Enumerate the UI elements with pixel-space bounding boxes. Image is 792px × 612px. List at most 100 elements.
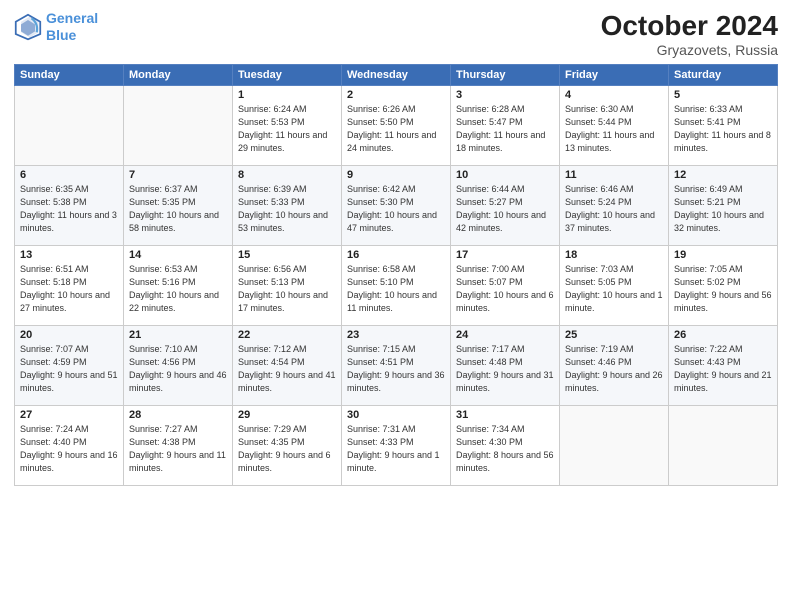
calendar-cell: 10 Sunrise: 6:44 AM Sunset: 5:27 PM Dayli… [451,166,560,246]
day-info: Sunrise: 7:10 AM Sunset: 4:56 PM Dayligh… [129,343,227,395]
calendar-cell: 5Sunrise: 6:33 AM Sunset: 5:41 PM Daylig… [669,86,778,166]
day-info: Sunrise: 6:51 AM Sunset: 5:18 PM Dayligh… [20,263,118,315]
calendar-cell: 21 Sunrise: 7:10 AM Sunset: 4:56 PM Dayli… [124,326,233,406]
title-block: October 2024 Gryazovets, Russia [601,10,778,58]
day-number: 20 [20,329,118,341]
day-number: 13 [20,249,118,261]
calendar-week-3: 13 Sunrise: 6:51 AM Sunset: 5:18 PM Dayli… [15,246,778,326]
calendar-body: 1Sunrise: 6:24 AM Sunset: 5:53 PM Daylig… [15,86,778,486]
day-number: 31 [456,409,554,421]
calendar-cell: 13 Sunrise: 6:51 AM Sunset: 5:18 PM Dayli… [15,246,124,326]
day-info: Sunrise: 7:00 AM Sunset: 5:07 PM Dayligh… [456,263,554,315]
day-info: Sunrise: 7:03 AM Sunset: 5:05 PM Dayligh… [565,263,663,315]
calendar-cell: 8 Sunrise: 6:39 AM Sunset: 5:33 PM Daylig… [233,166,342,246]
day-number: 15 [238,249,336,261]
calendar-cell: 11 Sunrise: 6:46 AM Sunset: 5:24 PM Dayli… [560,166,669,246]
calendar-week-1: 1Sunrise: 6:24 AM Sunset: 5:53 PM Daylig… [15,86,778,166]
logo-blue: Blue [46,27,76,43]
calendar-cell: 15Sunrise: 6:56 AM Sunset: 5:13 PM Dayli… [233,246,342,326]
day-number: 12 [674,169,772,181]
weekday-header-saturday: Saturday [669,65,778,86]
calendar-cell: 12 Sunrise: 6:49 AM Sunset: 5:21 PM Dayli… [669,166,778,246]
day-info: Sunrise: 6:42 AM Sunset: 5:30 PM Dayligh… [347,183,445,235]
weekday-header-sunday: Sunday [15,65,124,86]
calendar-cell: 9 Sunrise: 6:42 AM Sunset: 5:30 PM Daylig… [342,166,451,246]
calendar-cell: 6Sunrise: 6:35 AM Sunset: 5:38 PM Daylig… [15,166,124,246]
day-number: 25 [565,329,663,341]
calendar-cell [15,86,124,166]
day-info: Sunrise: 6:33 AM Sunset: 5:41 PM Dayligh… [674,103,772,155]
calendar-cell: 23 Sunrise: 7:15 AM Sunset: 4:51 PM Dayli… [342,326,451,406]
weekday-header-row: SundayMondayTuesdayWednesdayThursdayFrid… [15,65,778,86]
header: General Blue October 2024 Gryazovets, Ru… [14,10,778,58]
day-number: 19 [674,249,772,261]
calendar-cell: 1Sunrise: 6:24 AM Sunset: 5:53 PM Daylig… [233,86,342,166]
calendar-week-4: 20 Sunrise: 7:07 AM Sunset: 4:59 PM Dayli… [15,326,778,406]
calendar-cell: 17Sunrise: 7:00 AM Sunset: 5:07 PM Dayli… [451,246,560,326]
calendar-cell: 26 Sunrise: 7:22 AM Sunset: 4:43 PM Dayli… [669,326,778,406]
day-number: 22 [238,329,336,341]
day-number: 10 [456,169,554,181]
month-title: October 2024 [601,10,778,42]
calendar-cell: 14Sunrise: 6:53 AM Sunset: 5:16 PM Dayli… [124,246,233,326]
day-number: 28 [129,409,227,421]
calendar-cell: 18 Sunrise: 7:03 AM Sunset: 5:05 PM Dayli… [560,246,669,326]
day-number: 27 [20,409,118,421]
calendar-week-2: 6Sunrise: 6:35 AM Sunset: 5:38 PM Daylig… [15,166,778,246]
day-number: 3 [456,89,554,101]
day-number: 16 [347,249,445,261]
day-info: Sunrise: 6:53 AM Sunset: 5:16 PM Dayligh… [129,263,227,315]
calendar-cell: 19 Sunrise: 7:05 AM Sunset: 5:02 PM Dayli… [669,246,778,326]
day-number: 9 [347,169,445,181]
calendar-cell: 7 Sunrise: 6:37 AM Sunset: 5:35 PM Daylig… [124,166,233,246]
calendar-cell [669,406,778,486]
calendar-cell: 31Sunrise: 7:34 AM Sunset: 4:30 PM Dayli… [451,406,560,486]
weekday-header-friday: Friday [560,65,669,86]
calendar-cell [124,86,233,166]
day-info: Sunrise: 7:12 AM Sunset: 4:54 PM Dayligh… [238,343,336,395]
calendar-cell: 16Sunrise: 6:58 AM Sunset: 5:10 PM Dayli… [342,246,451,326]
calendar-cell: 28Sunrise: 7:27 AM Sunset: 4:38 PM Dayli… [124,406,233,486]
day-info: Sunrise: 6:49 AM Sunset: 5:21 PM Dayligh… [674,183,772,235]
day-number: 26 [674,329,772,341]
weekday-header-thursday: Thursday [451,65,560,86]
day-info: Sunrise: 7:19 AM Sunset: 4:46 PM Dayligh… [565,343,663,395]
logo-text: General Blue [46,10,98,44]
calendar-cell: 29 Sunrise: 7:29 AM Sunset: 4:35 PM Dayli… [233,406,342,486]
day-number: 24 [456,329,554,341]
day-info: Sunrise: 7:07 AM Sunset: 4:59 PM Dayligh… [20,343,118,395]
calendar-cell: 24Sunrise: 7:17 AM Sunset: 4:48 PM Dayli… [451,326,560,406]
day-number: 21 [129,329,227,341]
day-info: Sunrise: 7:22 AM Sunset: 4:43 PM Dayligh… [674,343,772,395]
day-number: 11 [565,169,663,181]
day-info: Sunrise: 6:37 AM Sunset: 5:35 PM Dayligh… [129,183,227,235]
day-number: 4 [565,89,663,101]
day-number: 6 [20,169,118,181]
day-info: Sunrise: 6:30 AM Sunset: 5:44 PM Dayligh… [565,103,663,155]
day-number: 29 [238,409,336,421]
day-info: Sunrise: 7:15 AM Sunset: 4:51 PM Dayligh… [347,343,445,395]
calendar-cell: 25 Sunrise: 7:19 AM Sunset: 4:46 PM Dayli… [560,326,669,406]
day-number: 7 [129,169,227,181]
weekday-header-wednesday: Wednesday [342,65,451,86]
day-info: Sunrise: 6:46 AM Sunset: 5:24 PM Dayligh… [565,183,663,235]
day-number: 8 [238,169,336,181]
calendar-cell: 30 Sunrise: 7:31 AM Sunset: 4:33 PM Dayli… [342,406,451,486]
day-info: Sunrise: 7:29 AM Sunset: 4:35 PM Dayligh… [238,423,336,475]
location: Gryazovets, Russia [601,42,778,58]
calendar-cell: 4 Sunrise: 6:30 AM Sunset: 5:44 PM Daylig… [560,86,669,166]
day-info: Sunrise: 6:39 AM Sunset: 5:33 PM Dayligh… [238,183,336,235]
day-number: 30 [347,409,445,421]
calendar-cell: 3Sunrise: 6:28 AM Sunset: 5:47 PM Daylig… [451,86,560,166]
logo-general: General [46,10,98,26]
calendar-cell: 27Sunrise: 7:24 AM Sunset: 4:40 PM Dayli… [15,406,124,486]
day-info: Sunrise: 6:44 AM Sunset: 5:27 PM Dayligh… [456,183,554,235]
day-number: 18 [565,249,663,261]
day-info: Sunrise: 7:31 AM Sunset: 4:33 PM Dayligh… [347,423,445,475]
calendar-cell [560,406,669,486]
calendar-cell: 22 Sunrise: 7:12 AM Sunset: 4:54 PM Dayli… [233,326,342,406]
day-info: Sunrise: 7:05 AM Sunset: 5:02 PM Dayligh… [674,263,772,315]
day-number: 23 [347,329,445,341]
calendar-cell: 20 Sunrise: 7:07 AM Sunset: 4:59 PM Dayli… [15,326,124,406]
page: General Blue October 2024 Gryazovets, Ru… [0,0,792,612]
